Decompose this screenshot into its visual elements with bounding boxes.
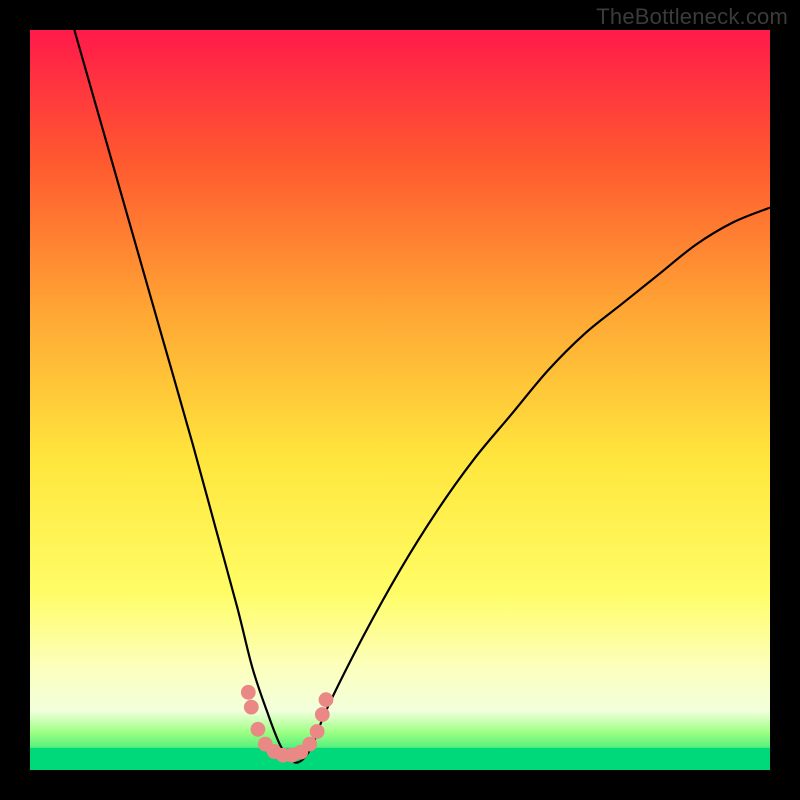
- trough-marker: [244, 700, 259, 715]
- bottleneck-chart: [0, 0, 800, 800]
- trough-marker: [251, 722, 266, 737]
- trough-marker: [302, 737, 317, 752]
- plot-area: [30, 30, 770, 770]
- chart-stage: TheBottleneck.com: [0, 0, 800, 800]
- trough-marker: [310, 724, 325, 739]
- trough-marker: [241, 685, 256, 700]
- trough-marker: [319, 692, 334, 707]
- trough-marker: [315, 707, 330, 722]
- green-baseline: [30, 748, 770, 770]
- watermark-text: TheBottleneck.com: [596, 4, 788, 30]
